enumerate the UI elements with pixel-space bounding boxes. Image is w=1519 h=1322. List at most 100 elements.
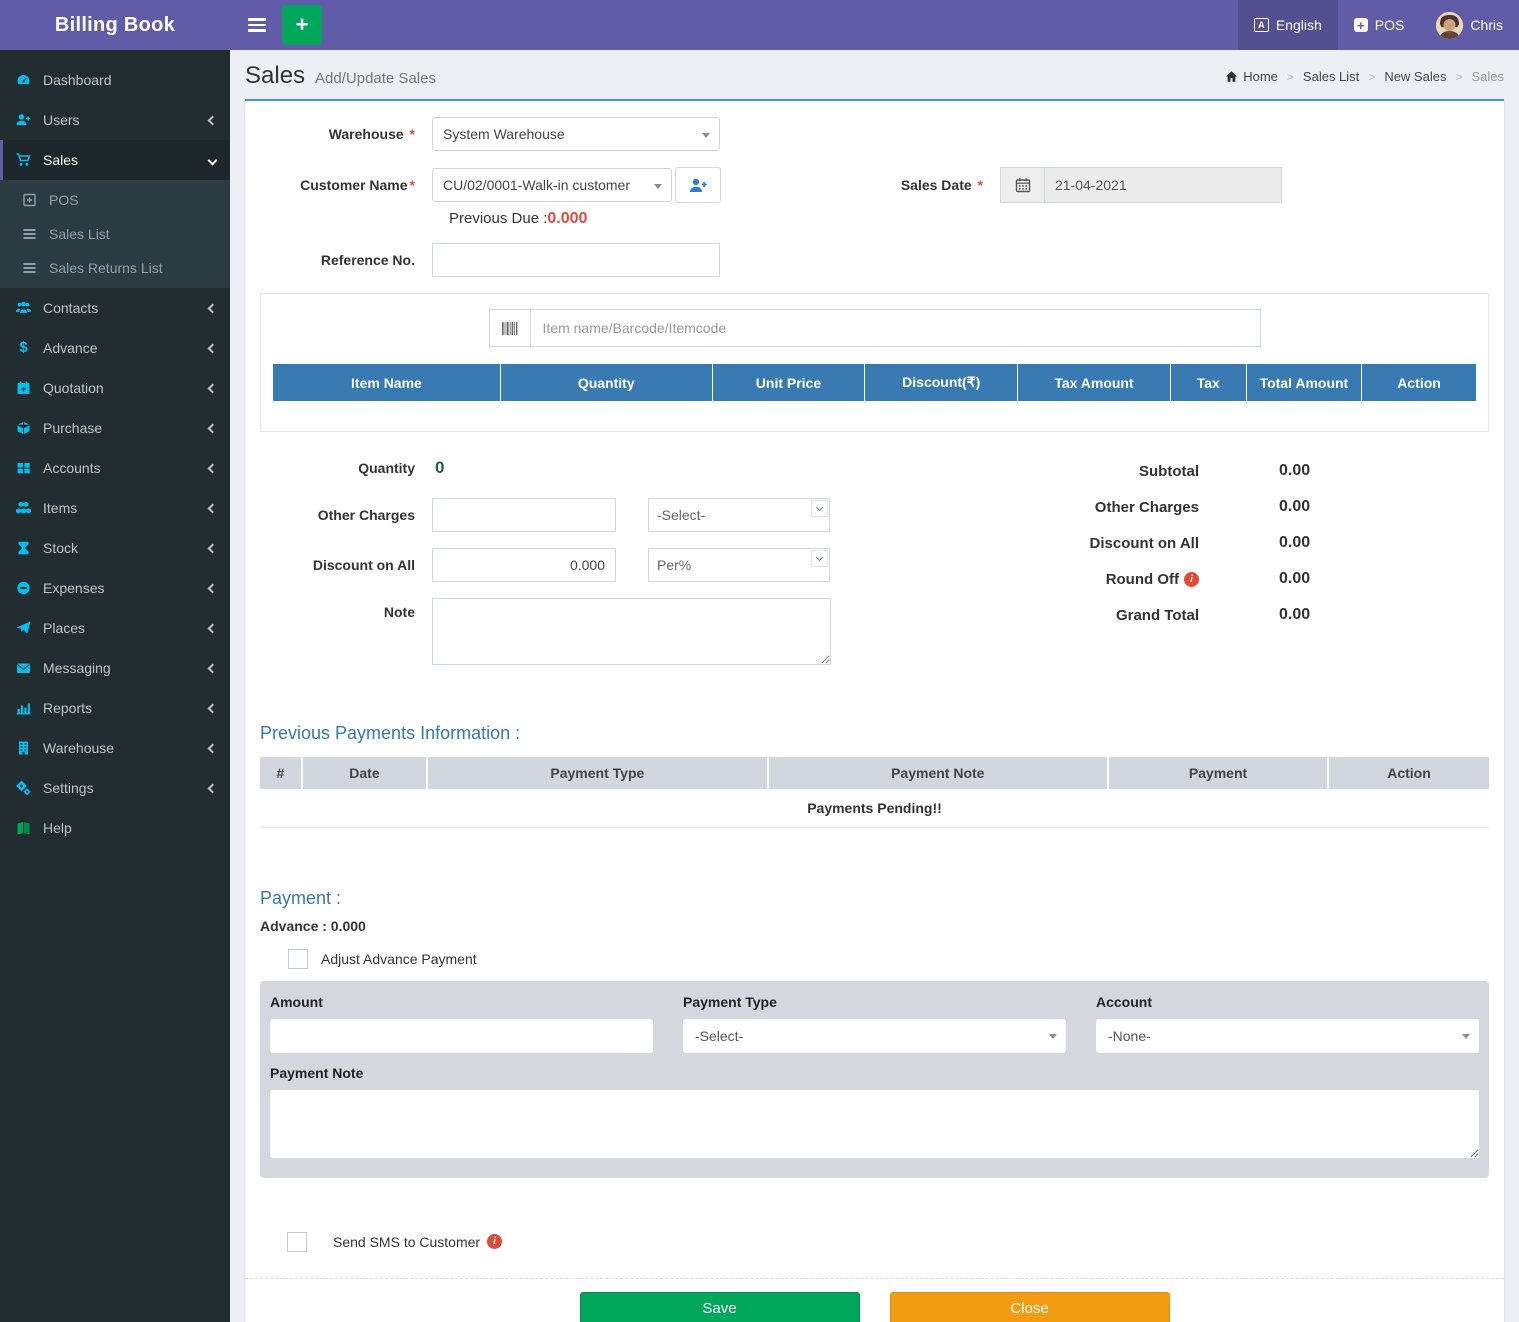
sidebar-item-accounts[interactable]: Accounts <box>0 448 230 488</box>
add-customer-button[interactable] <box>675 167 721 203</box>
sidebar-item-places[interactable]: Places <box>0 608 230 648</box>
chevron-left-icon <box>208 503 218 513</box>
customer-select[interactable]: CU/02/0001-Walk-in customer <box>432 168 672 202</box>
sidebar: Dashboard Users Sales POS Sales List Sal… <box>0 50 230 1322</box>
breadcrumb-home[interactable]: Home <box>1225 69 1278 84</box>
sidebar-item-users[interactable]: Users <box>0 100 230 140</box>
sales-date-label: Sales Date * <box>901 177 983 193</box>
language-menu[interactable]: A English <box>1238 0 1338 50</box>
other-charges-select[interactable]: -Select- <box>648 498 830 532</box>
sidebar-item-purchase[interactable]: Purchase <box>0 408 230 448</box>
warehouse-select[interactable]: System Warehouse <box>432 117 720 151</box>
sidebar-item-label: Quotation <box>43 380 104 396</box>
col-tax-amount: Tax Amount <box>1018 364 1171 401</box>
sidebar-item-settings[interactable]: Settings <box>0 768 230 808</box>
summary-section: Quantity 0 Other Charges -Select- <box>260 458 1489 681</box>
col-unit-price: Unit Price <box>712 364 865 401</box>
minus-circle-icon <box>15 580 32 596</box>
breadcrumb-current: Sales <box>1471 69 1504 84</box>
note-textarea[interactable] <box>432 598 831 665</box>
send-sms-label: Send SMS to Customer <box>333 1234 480 1250</box>
sidebar-item-sales-returns-list[interactable]: Sales Returns List <box>0 251 230 285</box>
plus-square-icon: + <box>1354 18 1368 32</box>
other-charges-total-label: Other Charges <box>953 499 1199 516</box>
sidebar-item-advance[interactable]: $ Advance <box>0 328 230 368</box>
save-button[interactable]: Save <box>580 1292 860 1322</box>
payment-type-label: Payment Type <box>683 994 1066 1010</box>
previous-payments-table: # Date Payment Type Payment Note Payment… <box>260 757 1489 828</box>
sidebar-item-sales[interactable]: Sales <box>0 140 230 180</box>
users-group-icon <box>15 300 32 316</box>
list-icon <box>21 260 38 276</box>
sidebar-item-warehouse[interactable]: Warehouse <box>0 728 230 768</box>
chevron-down-icon <box>702 133 710 138</box>
other-charges-input[interactable] <box>432 498 616 532</box>
sidebar-item-help[interactable]: Help <box>0 808 230 848</box>
sidebar-item-messaging[interactable]: Messaging <box>0 648 230 688</box>
user-menu[interactable]: Chris <box>1420 0 1519 50</box>
app-logo[interactable]: Billing Book <box>0 0 230 50</box>
chevron-left-icon <box>208 623 218 633</box>
sidebar-toggle-icon[interactable] <box>242 0 272 50</box>
item-search-input[interactable] <box>530 309 1261 347</box>
cube-icon <box>15 420 32 436</box>
col-total-amount: Total Amount <box>1246 364 1361 401</box>
payment-type-select[interactable]: -Select- <box>683 1019 1066 1053</box>
cubes-icon <box>15 500 32 516</box>
barcode-icon <box>489 309 530 347</box>
col-hash: # <box>260 757 302 789</box>
send-sms-checkbox[interactable] <box>287 1232 307 1252</box>
grid-icon <box>15 460 32 476</box>
top-navbar: + A English + POS Chris <box>230 0 1519 50</box>
sidebar-item-dashboard[interactable]: Dashboard <box>0 60 230 100</box>
sidebar-item-contacts[interactable]: Contacts <box>0 288 230 328</box>
main-header: Billing Book + A English + POS Chris <box>0 0 1519 50</box>
quantity-label: Quantity <box>260 460 432 476</box>
chevron-left-icon <box>208 743 218 753</box>
chevron-left-icon <box>208 543 218 553</box>
sidebar-item-label: Settings <box>43 780 94 796</box>
bar-chart-icon <box>15 700 32 716</box>
info-icon[interactable]: i <box>1184 572 1199 587</box>
sidebar-item-expenses[interactable]: Expenses <box>0 568 230 608</box>
sidebar-item-label: Advance <box>43 340 97 356</box>
discount-unit-select[interactable]: Per% <box>648 548 830 582</box>
account-select[interactable]: -None- <box>1096 1019 1479 1053</box>
chevron-left-icon <box>208 463 218 473</box>
sales-date-input[interactable] <box>1044 167 1282 203</box>
sidebar-item-reports[interactable]: Reports <box>0 688 230 728</box>
col-payment: Payment <box>1108 757 1328 789</box>
sidebar-item-sales-list[interactable]: Sales List <box>0 217 230 251</box>
payment-note-textarea[interactable] <box>270 1090 1479 1158</box>
payment-heading: Payment : <box>260 888 1489 909</box>
reference-input[interactable] <box>432 243 720 277</box>
breadcrumb-sales-list[interactable]: Sales List <box>1303 69 1359 84</box>
chevron-left-icon <box>208 703 218 713</box>
sidebar-item-quotation[interactable]: Quotation <box>0 368 230 408</box>
chevron-left-icon <box>208 663 218 673</box>
quick-add-button[interactable]: + <box>282 5 322 45</box>
sidebar-item-pos[interactable]: POS <box>0 183 230 217</box>
chevron-down-icon <box>1462 1034 1470 1039</box>
breadcrumb-new-sales[interactable]: New Sales <box>1384 69 1446 84</box>
customer-label: Customer Name* <box>260 177 432 193</box>
adjust-advance-checkbox[interactable] <box>288 949 308 969</box>
sidebar-item-label: POS <box>49 192 79 208</box>
sidebar-item-stock[interactable]: Stock <box>0 528 230 568</box>
sidebar-item-label: Places <box>43 620 85 636</box>
discount-total-label: Discount on All <box>953 535 1199 552</box>
sidebar-item-label: Purchase <box>43 420 102 436</box>
previous-due-value: 0.000 <box>547 210 587 227</box>
amount-input[interactable] <box>270 1019 653 1053</box>
close-button[interactable]: Close <box>890 1292 1170 1322</box>
book-icon <box>15 820 32 836</box>
info-icon[interactable]: i <box>487 1234 502 1249</box>
col-tax: Tax <box>1170 364 1246 401</box>
calendar-icon[interactable] <box>1000 167 1044 203</box>
totals: Subtotal 0.00 Other Charges 0.00 Discoun… <box>953 458 1389 681</box>
sidebar-item-items[interactable]: Items <box>0 488 230 528</box>
discount-on-all-input[interactable] <box>432 548 616 582</box>
pos-menu[interactable]: + POS <box>1338 0 1421 50</box>
pos-label: POS <box>1375 17 1405 33</box>
chevron-down-icon <box>811 500 828 517</box>
